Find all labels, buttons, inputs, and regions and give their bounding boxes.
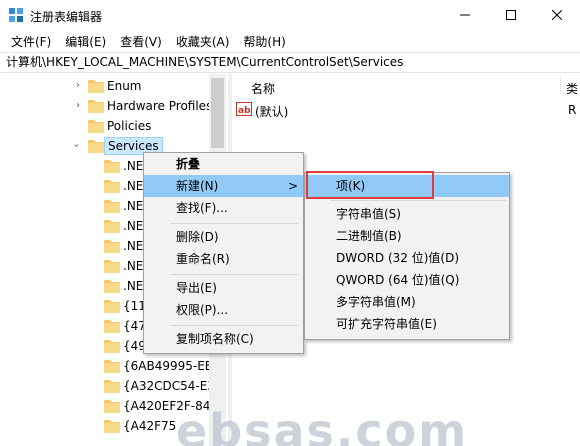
menu-item-rename[interactable]: 重命名(R) [176,248,230,270]
folder-icon [104,380,120,393]
menu-view[interactable]: 查看(V) [113,33,169,50]
menu-help[interactable]: 帮助(H) [236,33,292,50]
menu-item-export[interactable]: 导出(E) [176,277,217,299]
minimize-button[interactable] [442,0,488,30]
collapse-arrow-icon[interactable]: › [71,144,82,148]
column-header-name[interactable]: 名称 [251,80,275,97]
folder-icon [104,200,120,213]
string-value-icon: ab [236,102,252,116]
column-header-type[interactable]: 类 [566,80,578,97]
regedit-app-icon [9,8,23,22]
tree-item-label: {A32CDC54-E3 [123,379,215,393]
menu-separator [170,325,298,326]
submenu-item-string-value[interactable]: 字符串值(S) [336,203,401,225]
menu-separator [330,200,506,201]
tree-item-label: Enum [107,79,142,93]
menu-favorites[interactable]: 收藏夹(A) [169,33,237,50]
maximize-icon [506,10,516,20]
tree-item-label: .NE [123,279,144,293]
expand-arrow-icon[interactable]: › [76,100,80,111]
folder-icon [104,240,120,253]
folder-icon [88,120,104,133]
annotation-red-box [306,171,434,199]
folder-icon [104,220,120,233]
menu-item-find[interactable]: 查找(F)... [176,197,228,219]
submenu-item-multi-string-value[interactable]: 多字符串值(M) [336,291,416,313]
tree-item-label: .NE [123,239,144,253]
menu-edit[interactable]: 编辑(E) [58,33,113,50]
tree-item-label: .NE [123,199,144,213]
tree-item-label: {A42F75 [123,419,177,433]
tree-item-enum[interactable]: › Enum [0,76,228,96]
menu-item-permissions[interactable]: 权限(P)... [176,299,228,321]
tree-item-hardware-profiles[interactable]: › Hardware Profiles [0,96,228,116]
folder-icon [104,320,120,333]
submenu-arrow-icon: > [288,179,299,193]
tree-item-label: .NE [123,259,144,273]
column-divider[interactable] [560,76,561,94]
value-name[interactable]: (默认) [255,103,288,120]
tree-item-label: Hardware Profiles [107,99,213,113]
close-icon [552,10,562,20]
folder-icon [104,400,120,413]
menu-bar: 文件(F) 编辑(E) 查看(V) 收藏夹(A) 帮助(H) [0,31,580,51]
watermark-text: ebsas.com [176,404,469,446]
menu-item-copy-key-name[interactable]: 复制项名称(C) [176,328,254,350]
folder-icon [104,160,120,173]
menu-separator [170,223,298,224]
tree-item[interactable]: {6AB49995-EB5 [0,356,228,376]
folder-icon [104,260,120,273]
tree-item[interactable]: {A32CDC54-E3 [0,376,228,396]
folder-icon [104,180,120,193]
tree-item-label: .NE [123,179,144,193]
folder-icon [88,100,104,113]
maximize-button[interactable] [488,0,534,30]
address-bar[interactable]: 计算机\HKEY_LOCAL_MACHINE\SYSTEM\CurrentCon… [0,52,580,73]
tree-item-label: .NE [123,219,144,233]
expand-arrow-icon[interactable]: › [76,80,80,91]
menu-item-collapse[interactable]: 折叠 [176,153,200,175]
submenu-item-binary-value[interactable]: 二进制值(B) [336,225,402,247]
svg-text:ab: ab [238,106,251,116]
submenu-item-qword-value[interactable]: QWORD (64 位)值(Q) [336,269,459,291]
context-menu-highlight [144,175,303,197]
menu-separator [170,274,298,275]
menu-item-delete[interactable]: 删除(D) [176,226,219,248]
folder-icon [104,420,120,433]
tree-item-label: {6AB49995-EB5 [123,359,221,373]
folder-icon [88,80,104,93]
tree-item-policies[interactable]: Policies [0,116,228,136]
folder-icon [104,300,120,313]
tree-item-label: .NE [123,159,144,173]
value-type: R [568,103,577,117]
folder-icon [104,340,120,353]
close-button[interactable] [534,0,580,30]
tree-item-label: Policies [107,119,152,133]
submenu-item-expandable-string-value[interactable]: 可扩充字符串值(E) [336,313,437,335]
minimize-icon [460,14,470,16]
menu-file[interactable]: 文件(F) [4,33,58,50]
folder-icon [88,140,104,153]
tree-scrollbar-thumb[interactable] [211,78,224,148]
folder-icon [104,280,120,293]
folder-icon [104,360,120,373]
window-title: 注册表编辑器 [30,10,103,24]
submenu-item-dword-value[interactable]: DWORD (32 位)值(D) [336,247,459,269]
menu-item-new[interactable]: 新建(N) [176,175,218,197]
